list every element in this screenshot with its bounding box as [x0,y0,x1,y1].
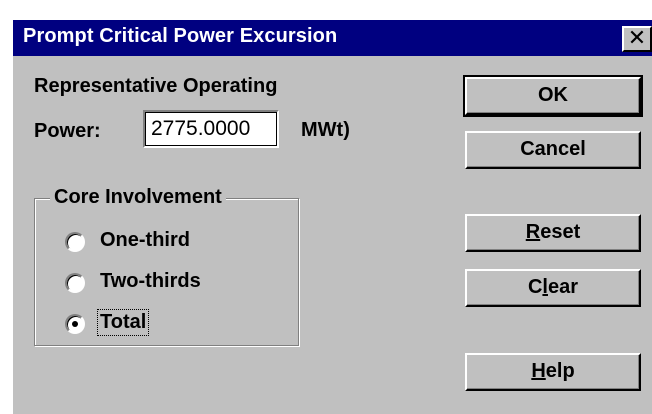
radio-button-one-third[interactable] [65,232,85,252]
close-button[interactable]: ✕ [622,26,652,52]
radio-selected-dot [72,321,78,327]
clear-label-pre: C [527,276,543,298]
reset-label-rest: eset [540,221,581,243]
power-unit-label: MWt) [301,119,350,141]
radio-label-two-thirds[interactable]: Two-thirds [98,269,203,294]
cancel-button[interactable]: Cancel [465,131,641,169]
clear-button[interactable]: Clear [465,269,641,307]
reset-button[interactable]: Reset [465,214,641,252]
power-input[interactable] [143,110,279,148]
power-label-line1: Representative Operating [34,75,278,97]
clear-label-rest: ear [547,276,579,298]
power-label-line2: Power: [34,120,101,142]
core-involvement-legend: Core Involvement [50,186,226,209]
radio-label-one-third[interactable]: One-third [98,228,192,253]
ok-button[interactable]: OK [463,75,643,117]
help-mnemonic: H [531,360,546,382]
help-label-rest: elp [545,360,575,382]
radio-label-total[interactable]: Total [96,309,150,336]
reset-mnemonic: R [525,221,541,243]
radio-button-two-thirds[interactable] [65,273,85,293]
close-icon: ✕ [627,26,647,51]
title-bar[interactable]: Prompt Critical Power Excursion ✕ [13,20,652,56]
radio-button-total[interactable] [65,314,85,334]
window-title: Prompt Critical Power Excursion [23,25,338,47]
dialog-window: Prompt Critical Power Excursion ✕ Repres… [13,20,652,414]
help-button[interactable]: Help [465,353,641,391]
